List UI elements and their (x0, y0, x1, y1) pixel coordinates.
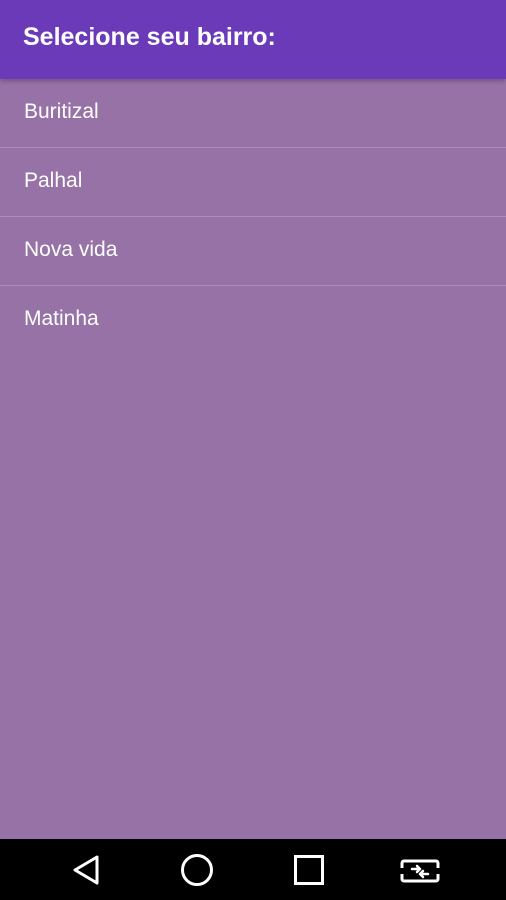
rotate-button[interactable] (390, 839, 450, 900)
list-item-matinha[interactable]: Matinha (0, 286, 506, 354)
page-title: Selecione seu bairro: (23, 23, 276, 51)
home-circle-icon (181, 853, 213, 886)
list-item-label: Buritizal (24, 100, 99, 123)
system-nav-bar (0, 839, 506, 900)
list-item-label: Matinha (24, 307, 99, 330)
screen: Selecione seu bairro: Buritizal Palhal N… (0, 0, 506, 900)
home-button[interactable] (167, 839, 227, 900)
list-item-nova-vida[interactable]: Nova vida (0, 217, 506, 285)
list-item-label: Palhal (24, 169, 83, 192)
app-bar: Selecione seu bairro: (0, 0, 506, 79)
neighborhood-list: Buritizal Palhal Nova vida Matinha (0, 79, 506, 354)
recents-square-icon (294, 854, 324, 885)
back-button[interactable] (56, 839, 116, 900)
list-item-label: Nova vida (24, 238, 118, 261)
back-triangle-icon (73, 855, 99, 884)
recents-button[interactable] (279, 839, 339, 900)
rotate-screen-icon (400, 859, 440, 882)
list-item-buritizal[interactable]: Buritizal (0, 79, 506, 147)
list-item-palhal[interactable]: Palhal (0, 148, 506, 216)
